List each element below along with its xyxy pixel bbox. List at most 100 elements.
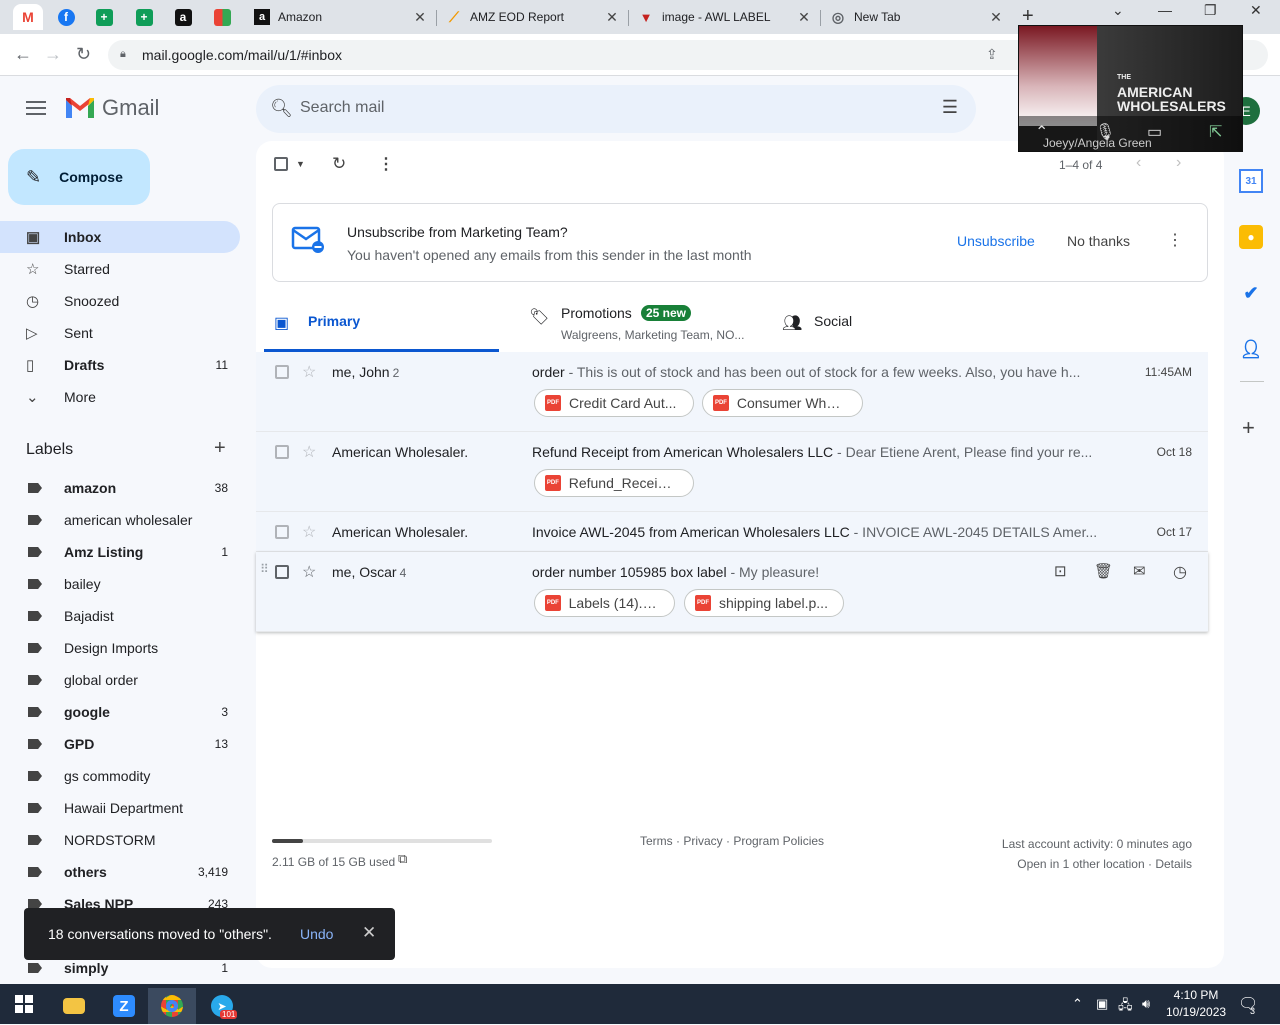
activity-details-link[interactable]: Open in 1 other location · Details <box>1002 854 1192 874</box>
row-checkbox[interactable] <box>275 445 289 459</box>
attachment-chip[interactable]: PDF Consumer Whol... <box>702 389 863 417</box>
close-tab-icon[interactable]: ✕ <box>602 9 622 26</box>
refresh-icon[interactable]: ↻ <box>332 154 346 174</box>
unsubscribe-button[interactable]: Unsubscribe <box>957 233 1035 249</box>
label-item[interactable]: others 3,419 <box>0 856 240 888</box>
label-item[interactable]: google 3 <box>0 696 240 728</box>
share-icon[interactable]: ⇪ <box>986 46 998 63</box>
network-icon[interactable]: 🖧︎ <box>1118 996 1133 1018</box>
email-row[interactable]: ☆ me, John 2 order - This is out of stock… <box>256 352 1208 432</box>
star-icon[interactable]: ☆ <box>302 442 316 462</box>
email-row[interactable]: ☆ American Wholesaler. Refund Receipt fr… <box>256 432 1208 512</box>
search-input[interactable]: Search mail <box>300 99 384 117</box>
banner-more-icon[interactable]: ⋮ <box>1167 230 1183 250</box>
label-item[interactable]: Bajadist <box>0 600 240 632</box>
get-addons-plus-icon[interactable]: + <box>1242 415 1255 441</box>
nav-more[interactable]: ⌄ More <box>0 381 240 413</box>
close-window-icon[interactable]: ✕ <box>1250 2 1262 19</box>
snooze-icon[interactable]: ◷ <box>1173 562 1187 582</box>
video-call-overlay[interactable]: THE AMERICAN WHOLESALERS ⌃ 🎙︎ ▭ ⇱ Joeyy/A… <box>1018 25 1243 152</box>
telegram-icon[interactable]: ➤ 101 <box>198 988 246 1024</box>
tab-primary[interactable]: ▣ Primary <box>264 287 499 352</box>
undo-button[interactable]: Undo <box>300 926 333 942</box>
nav-sent[interactable]: ▷ Sent <box>0 317 240 349</box>
calendar-icon[interactable]: 31 <box>1239 169 1263 193</box>
taskbar-clock[interactable]: 4:10 PM 10/19/2023 <box>1166 987 1226 1021</box>
back-arrow-icon[interactable]: ← <box>14 44 32 65</box>
tab-awl-label[interactable]: ▼ image - AWL LABEL ✕ <box>634 4 814 30</box>
pop-out-icon[interactable]: ⇱ <box>1209 122 1222 142</box>
email-row-hovered[interactable]: ⠿ ☆ me, Oscar 4 order number 105985 box l… <box>256 552 1208 632</box>
volume-icon[interactable]: 🔊︎ <box>1142 996 1150 1012</box>
notifications-icon[interactable]: 🗨︎ <box>1238 994 1258 1014</box>
minimize-icon[interactable]: — <box>1158 2 1172 18</box>
chrome-taskbar-icon[interactable] <box>148 988 196 1024</box>
forward-arrow-icon[interactable]: → <box>44 44 62 65</box>
close-tab-icon[interactable]: ✕ <box>986 9 1006 26</box>
label-item[interactable]: GPD 13 <box>0 728 240 760</box>
label-item[interactable]: NORDSTORM <box>0 824 240 856</box>
row-checkbox[interactable] <box>275 525 289 539</box>
attachment-chip[interactable]: PDF Credit Card Aut... <box>534 389 694 417</box>
star-icon[interactable]: ☆ <box>302 522 316 542</box>
label-item[interactable]: Design Imports <box>0 632 240 664</box>
tab-social[interactable]: 👥︎ Social <box>772 287 972 352</box>
older-chevron-icon[interactable]: › <box>1176 154 1181 172</box>
nav-snoozed[interactable]: ◷ Snoozed <box>0 285 240 317</box>
label-item[interactable]: gs commodity <box>0 760 240 792</box>
tab-new-tab[interactable]: ◎ New Tab ✕ <box>826 4 1006 30</box>
gmail-pinned-tab[interactable]: M <box>13 4 43 30</box>
email-row[interactable]: ☆ American Wholesaler. Invoice AWL-2045 … <box>256 512 1208 552</box>
star-icon[interactable]: ☆ <box>302 362 316 382</box>
file-explorer-icon[interactable] <box>50 988 98 1024</box>
attachment-chip[interactable]: PDF shipping label.p... <box>684 589 844 617</box>
attachment-chip[interactable]: PDF Labels (14).pdf <box>534 589 675 617</box>
row-checkbox[interactable] <box>275 365 289 379</box>
nav-drafts[interactable]: ▯ Drafts 11 <box>0 349 240 381</box>
label-item[interactable]: american wholesaler <box>0 504 240 536</box>
label-item[interactable]: amazon 38 <box>0 472 240 504</box>
sheets-pinned-tab-2[interactable]: + <box>129 4 159 30</box>
select-dropdown-icon[interactable]: ▼ <box>296 159 305 169</box>
restore-icon[interactable]: ❐ <box>1204 2 1217 19</box>
keep-icon[interactable]: ● <box>1239 225 1263 249</box>
mark-unread-icon[interactable]: ✉︎ <box>1133 562 1146 580</box>
attachment-chip[interactable]: PDF Refund_Receipt... <box>534 469 694 497</box>
close-tab-icon[interactable]: ✕ <box>794 9 814 26</box>
device-icon[interactable]: ▣ <box>1096 996 1108 1012</box>
main-menu-icon[interactable] <box>26 101 46 119</box>
search-bar[interactable]: 🔍︎ Search mail ☰ <box>256 85 976 133</box>
sheets-pinned-tab[interactable]: + <box>89 4 119 30</box>
compose-button[interactable]: ✎ Compose <box>8 149 150 205</box>
star-icon[interactable]: ☆ <box>302 562 316 582</box>
close-icon[interactable]: ✕ <box>362 923 376 943</box>
tab-amz-eod-report[interactable]: ⟋ AMZ EOD Report ✕ <box>442 4 622 30</box>
apps-pinned-tab[interactable] <box>207 4 237 30</box>
more-options-icon[interactable]: ⋮ <box>378 154 394 174</box>
label-item[interactable]: Hawaii Department <box>0 792 240 824</box>
tab-search-chevron-icon[interactable]: ⌄ <box>1112 2 1124 19</box>
contacts-icon[interactable]: 👤︎ <box>1239 337 1263 361</box>
footer-links[interactable]: Terms · Privacy · Program Policies <box>640 834 824 848</box>
add-label-plus-icon[interactable]: + <box>214 437 226 460</box>
tasks-icon[interactable]: ✔ <box>1239 281 1263 305</box>
tray-chevron-icon[interactable]: ⌃ <box>1072 996 1083 1012</box>
close-tab-icon[interactable]: ✕ <box>410 9 430 26</box>
label-item[interactable]: global order <box>0 664 240 696</box>
search-icon[interactable]: 🔍︎ <box>270 98 293 119</box>
windows-start-icon[interactable] <box>0 986 48 1022</box>
search-options-icon[interactable]: ☰ <box>942 97 958 118</box>
select-all-checkbox[interactable] <box>274 157 288 174</box>
open-external-icon[interactable]: ⧉ <box>398 851 407 867</box>
no-thanks-button[interactable]: No thanks <box>1067 233 1130 249</box>
zoom-icon[interactable]: Z <box>100 988 148 1024</box>
nav-inbox[interactable]: ▣ Inbox <box>0 221 240 253</box>
amazon-pinned-tab[interactable]: a <box>168 4 198 30</box>
gmail-logo[interactable]: Gmail <box>64 95 159 121</box>
facebook-pinned-tab[interactable]: f <box>51 4 81 30</box>
reload-icon[interactable]: ↻ <box>76 44 91 65</box>
tab-amazon[interactable]: a Amazon ✕ <box>250 4 430 30</box>
label-item[interactable]: Amz Listing 1 <box>0 536 240 568</box>
label-item[interactable]: bailey <box>0 568 240 600</box>
nav-starred[interactable]: ☆ Starred <box>0 253 240 285</box>
